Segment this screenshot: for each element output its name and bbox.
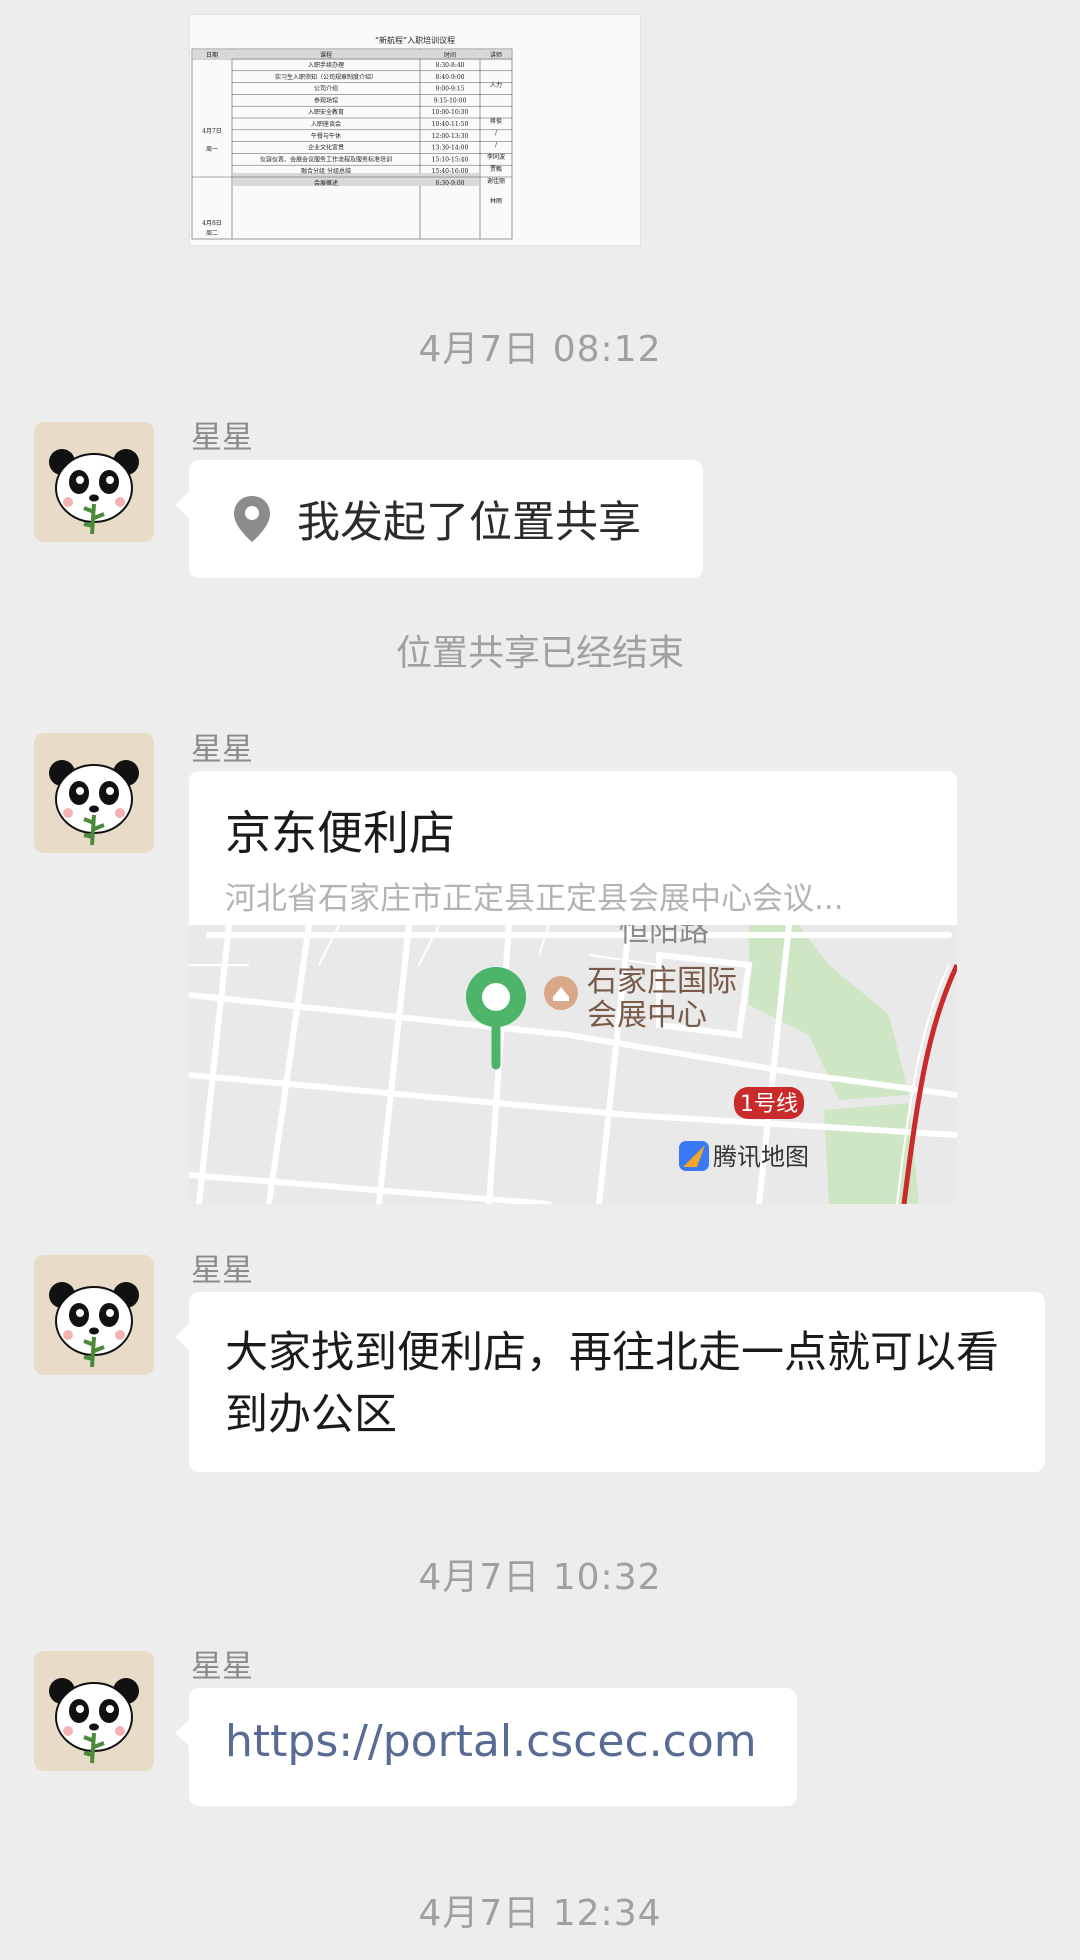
- schedule-lecturer: /: [495, 130, 498, 137]
- schedule-time: 8:30-8:40: [436, 62, 465, 69]
- schedule-course: 仪容仪表、会展会议服务工作流程及服务标准培训: [260, 155, 392, 163]
- schedule-lecturer: 人力: [490, 81, 502, 89]
- schedule-time: 8:40-9:00: [436, 74, 465, 81]
- map-poi-name: 石家庄国际: [587, 964, 737, 999]
- map-provider: 腾讯地图: [713, 1143, 809, 1171]
- location-share-bubble[interactable]: 我发起了位置共享: [175, 460, 703, 578]
- avatar[interactable]: [34, 1255, 154, 1375]
- metro-badge: 1号线: [740, 1092, 798, 1117]
- schedule-header-time: 时间: [444, 51, 456, 59]
- schedule-header-course: 课程: [320, 51, 332, 59]
- schedule-day2-weekday: 周二: [206, 230, 218, 237]
- schedule-lecturer: 贾甄: [490, 166, 502, 173]
- panda-avatar-icon: [34, 1255, 154, 1375]
- message-link[interactable]: https://portal.cscec.com: [225, 1716, 757, 1767]
- location-address: 河北省石家庄市正定县正定县会展中心会议...: [225, 881, 844, 917]
- panda-avatar-icon: [34, 422, 154, 542]
- avatar[interactable]: [34, 422, 154, 542]
- schedule-course: 午餐与午休: [311, 132, 341, 140]
- schedule-time: 10:00-10:30: [432, 109, 469, 116]
- schedule-header-date: 日期: [206, 51, 218, 59]
- schedule-image[interactable]: “新航程”入职培训议程 日期 课程 时间 讲师 4月7日 周一 4月8日 周二 …: [189, 14, 641, 246]
- schedule-course: 会展概述: [314, 179, 338, 187]
- message-text: 大家找到便利店，再往北走一点就可以看到办公区: [225, 1328, 999, 1440]
- schedule-time: 15:10-15:40: [432, 156, 469, 163]
- panda-avatar-icon: [34, 1651, 154, 1771]
- map-poi-name: 会展中心: [587, 998, 707, 1033]
- schedule-time: 10:40-11:50: [432, 121, 469, 128]
- system-notice: 位置共享已经结束: [395, 633, 684, 674]
- schedule-time: 13:30-14:00: [432, 145, 469, 152]
- schedule-day2-label: 4月8日: [202, 220, 222, 227]
- schedule-lecturer: 谢佳丽: [487, 177, 505, 185]
- sender-name: 星星: [191, 1649, 253, 1685]
- schedule-title: “新航程”入职培训议程: [375, 35, 455, 45]
- schedule-time: 9:00-9:15: [436, 86, 465, 93]
- schedule-time: 15:40-16:00: [432, 168, 469, 175]
- location-card[interactable]: 京东便利店 河北省石家庄市正定县正定县会展中心会议... 恒阳路 石家庄国际 会…: [189, 771, 957, 1204]
- schedule-time: 8:30-9:00: [436, 180, 465, 187]
- schedule-day1-weekday: 周一: [206, 146, 218, 153]
- avatar[interactable]: [34, 733, 154, 853]
- location-title: 京东便利店: [225, 806, 455, 860]
- sender-name: 星星: [191, 420, 253, 456]
- timestamp: 4月7日 12:34: [418, 1893, 662, 1934]
- schedule-time: 9:15-10:00: [434, 97, 467, 104]
- schedule-course: 入职安全教育: [308, 108, 344, 116]
- timestamp: 4月7日 10:32: [418, 1557, 662, 1598]
- schedule-course: 企业文化宣贯: [308, 144, 344, 152]
- schedule-lecturer: /: [495, 142, 498, 149]
- map-provider-logo-icon: [679, 1141, 709, 1171]
- timestamp: 4月7日 08:12: [418, 329, 662, 370]
- location-pin-icon: [234, 496, 270, 542]
- schedule-lecturer: 林雨: [490, 197, 502, 205]
- schedule-course: 实习生入职须知（公司规章制度介绍）: [275, 73, 377, 81]
- schedule-course: 参观场馆: [314, 96, 338, 104]
- schedule-course: 入职座谈会: [311, 120, 341, 128]
- schedule-lecturer: 李同波: [487, 153, 505, 161]
- panda-avatar-icon: [34, 733, 154, 853]
- schedule-lecturer: 蒋俊: [490, 117, 502, 125]
- schedule-course: 入职手续办理: [308, 61, 344, 69]
- schedule-day1-label: 4月7日: [202, 128, 222, 135]
- schedule-header-lecturer: 讲师: [490, 51, 502, 59]
- map-preview[interactable]: 恒阳路 石家庄国际 会展中心 1号线 腾讯地图: [189, 914, 957, 1204]
- avatar[interactable]: [34, 1651, 154, 1771]
- sender-name: 星星: [191, 732, 253, 768]
- map-road-label: 恒阳路: [619, 925, 709, 949]
- sender-name: 星星: [191, 1253, 253, 1289]
- text-message-bubble[interactable]: 大家找到便利店，再往北走一点就可以看到办公区: [175, 1292, 1045, 1472]
- schedule-course: 公司介绍: [314, 85, 338, 93]
- schedule-time: 12:00-13:30: [432, 133, 469, 140]
- link-message-bubble[interactable]: https://portal.cscec.com: [175, 1688, 797, 1806]
- schedule-course: 融合分组 分组总结: [301, 167, 351, 175]
- location-share-text: 我发起了位置共享: [297, 498, 641, 548]
